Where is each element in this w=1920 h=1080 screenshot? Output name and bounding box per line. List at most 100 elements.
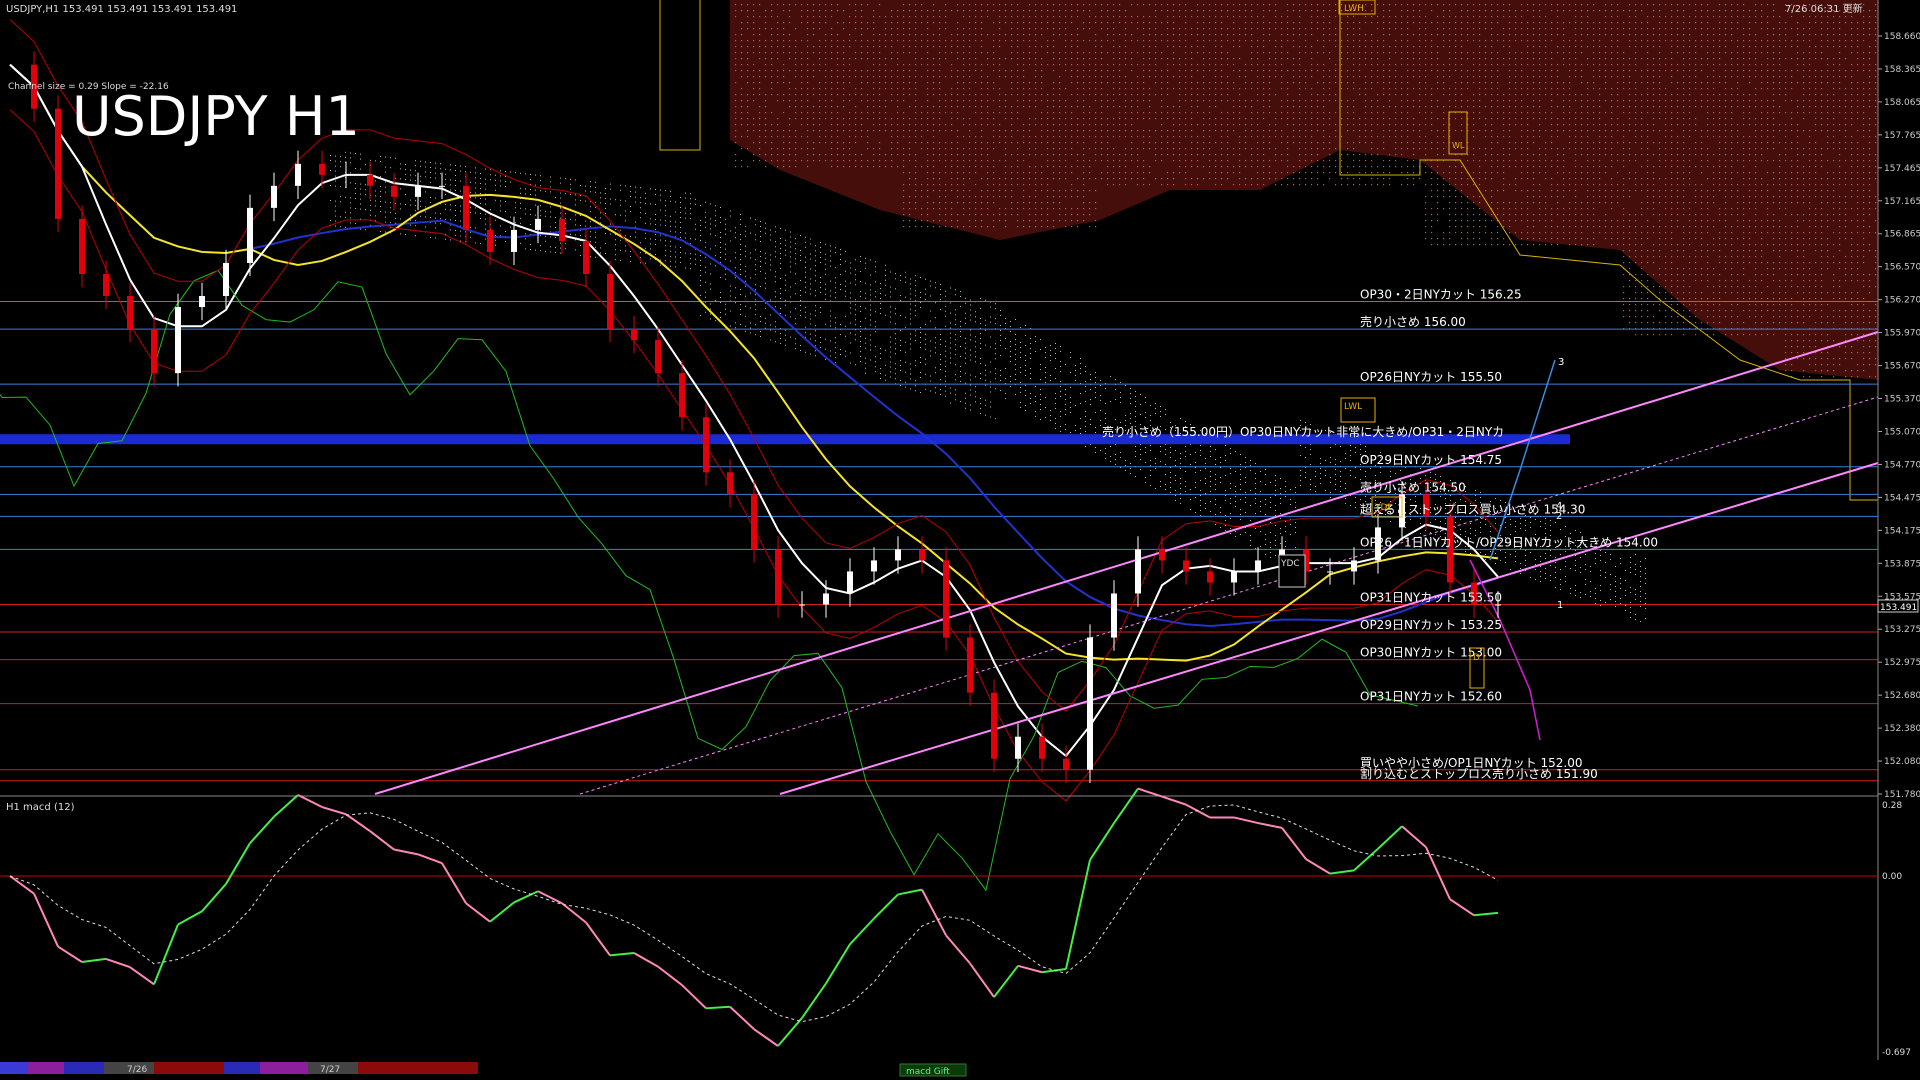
candle-body [295, 164, 301, 186]
axis-label: 158.660 [1884, 32, 1920, 42]
candle-body [775, 549, 781, 604]
candle-body [1495, 605, 1501, 606]
candle-body [271, 186, 277, 208]
candle-body [535, 219, 541, 230]
candle-body [1183, 560, 1189, 571]
candle-body [1087, 638, 1093, 770]
projection-3: 3 [1558, 357, 1564, 368]
candle-body [967, 638, 973, 693]
candle-body [175, 307, 181, 373]
axis-label: 157.165 [1884, 197, 1920, 207]
axis-label: 151.780 [1884, 790, 1920, 800]
macd-label: H1 macd (12) [6, 802, 75, 813]
candle-body [439, 186, 445, 187]
axis-label: 156.865 [1884, 230, 1920, 240]
axis-label: 152.975 [1884, 658, 1920, 668]
candle-body [991, 693, 997, 759]
macd-scale-top: 0.28 [1882, 801, 1902, 811]
axis-label: 155.070 [1884, 427, 1920, 437]
chart-canvas: OP30・2日NYカット 156.25 売り小さめ 156.00 OP26日NYカッ… [0, 0, 1920, 1080]
candle-body [1327, 571, 1333, 572]
candle-body [319, 164, 325, 175]
date-label-2: 7/27 [320, 1065, 340, 1075]
candle-body [919, 549, 925, 560]
axis-label: 156.270 [1884, 296, 1920, 306]
level-label: 売り小さめ（155.00円）OP30日NYカット非常に大きめ/OP31・2日NY… [1102, 424, 1504, 439]
candle-body [199, 296, 205, 307]
candle-body [583, 241, 589, 274]
axis-label: 157.765 [1884, 131, 1920, 141]
level-label: OP31日NYカット 152.60 [1360, 690, 1502, 704]
candle-body [607, 274, 613, 329]
candle-body [655, 340, 661, 373]
candle-body [943, 560, 949, 637]
marker-ydl: YDL [1374, 503, 1392, 513]
level-label: OP26日NYカット 155.50 [1360, 370, 1502, 384]
candle-body [247, 208, 253, 263]
candle-body [55, 109, 61, 219]
candle-body [895, 549, 901, 560]
level-label: 割り込むとストップロス売り小さめ 151.90 [1360, 766, 1598, 781]
candle-body [1135, 549, 1141, 593]
axis-label: 156.570 [1884, 263, 1920, 273]
axis-label: 158.065 [1884, 98, 1920, 108]
axis-label: 153.875 [1884, 559, 1920, 569]
candle-body [1255, 560, 1261, 571]
macd-scale-bottom: -0.697 [1882, 1048, 1911, 1058]
candle-body [847, 571, 853, 593]
level-label: OP29日NYカット 153.25 [1360, 618, 1502, 632]
candle-body [487, 230, 493, 252]
candle-body [679, 373, 685, 417]
candle-body [1207, 571, 1213, 582]
level-label: OP29日NYカット 154.75 [1360, 453, 1502, 467]
candle-body [1159, 549, 1165, 560]
candle-body [559, 219, 565, 241]
marker-ydc: YDC [1280, 559, 1300, 569]
level-label: 売り小さめ 156.00 [1360, 314, 1466, 329]
candle-body [343, 175, 349, 176]
axis-label: 152.380 [1884, 724, 1920, 734]
level-label: OP31日NYカット 153.50 [1360, 591, 1502, 605]
symbol-info: USDJPY,H1 153.491 153.491 153.491 153.49… [6, 4, 237, 15]
candle-body [367, 175, 373, 186]
axis-label: 158.365 [1884, 65, 1920, 75]
candle-body [703, 417, 709, 472]
candle-body [1231, 571, 1237, 582]
axis-label: 155.970 [1884, 329, 1920, 339]
candle-body [415, 186, 421, 197]
candle-body [631, 329, 637, 340]
candle-body [1039, 737, 1045, 759]
candle-body [127, 296, 133, 329]
level-label: OP26・1日NYカット/OP29日NYカット大きめ 154.00 [1360, 535, 1658, 549]
axis-label: 152.080 [1884, 757, 1920, 767]
marker-lwl: LWL [1344, 402, 1362, 412]
candle-body [1015, 737, 1021, 759]
level-label: 超えるとストップロス買い小さめ 154.30 [1360, 501, 1585, 516]
axis-label: 152.680 [1884, 691, 1920, 701]
marker-d: D [1473, 653, 1480, 663]
axis-label: 154.475 [1884, 493, 1920, 503]
level-label: 売り小さめ 154.50 [1360, 479, 1466, 494]
marker-lwh: LWH [1344, 4, 1364, 14]
candle-body [151, 329, 157, 373]
candle-body [511, 230, 517, 252]
update-time: 7/26 06:31 更新 [1785, 2, 1863, 15]
chart-title: USDJPY H1 [72, 85, 360, 148]
candle-body [871, 560, 877, 571]
candle-body [103, 274, 109, 296]
marker-wl: WL [1452, 141, 1465, 150]
current-price: 153.491 [1880, 603, 1917, 613]
date-label-1: 7/26 [127, 1065, 147, 1075]
candle-body [1063, 759, 1069, 770]
candle-body [391, 186, 397, 197]
candle-body [799, 605, 805, 606]
candle-body [727, 472, 733, 494]
projection-2: 2 [1556, 511, 1562, 522]
axis-label: 153.275 [1884, 625, 1920, 635]
candle-body [1111, 593, 1117, 637]
candle-body [823, 593, 829, 604]
axis-label: 155.670 [1884, 362, 1920, 372]
level-label: OP30・2日NYカット 156.25 [1360, 288, 1522, 302]
axis-label: 157.465 [1884, 164, 1920, 174]
candle-body [751, 494, 757, 549]
